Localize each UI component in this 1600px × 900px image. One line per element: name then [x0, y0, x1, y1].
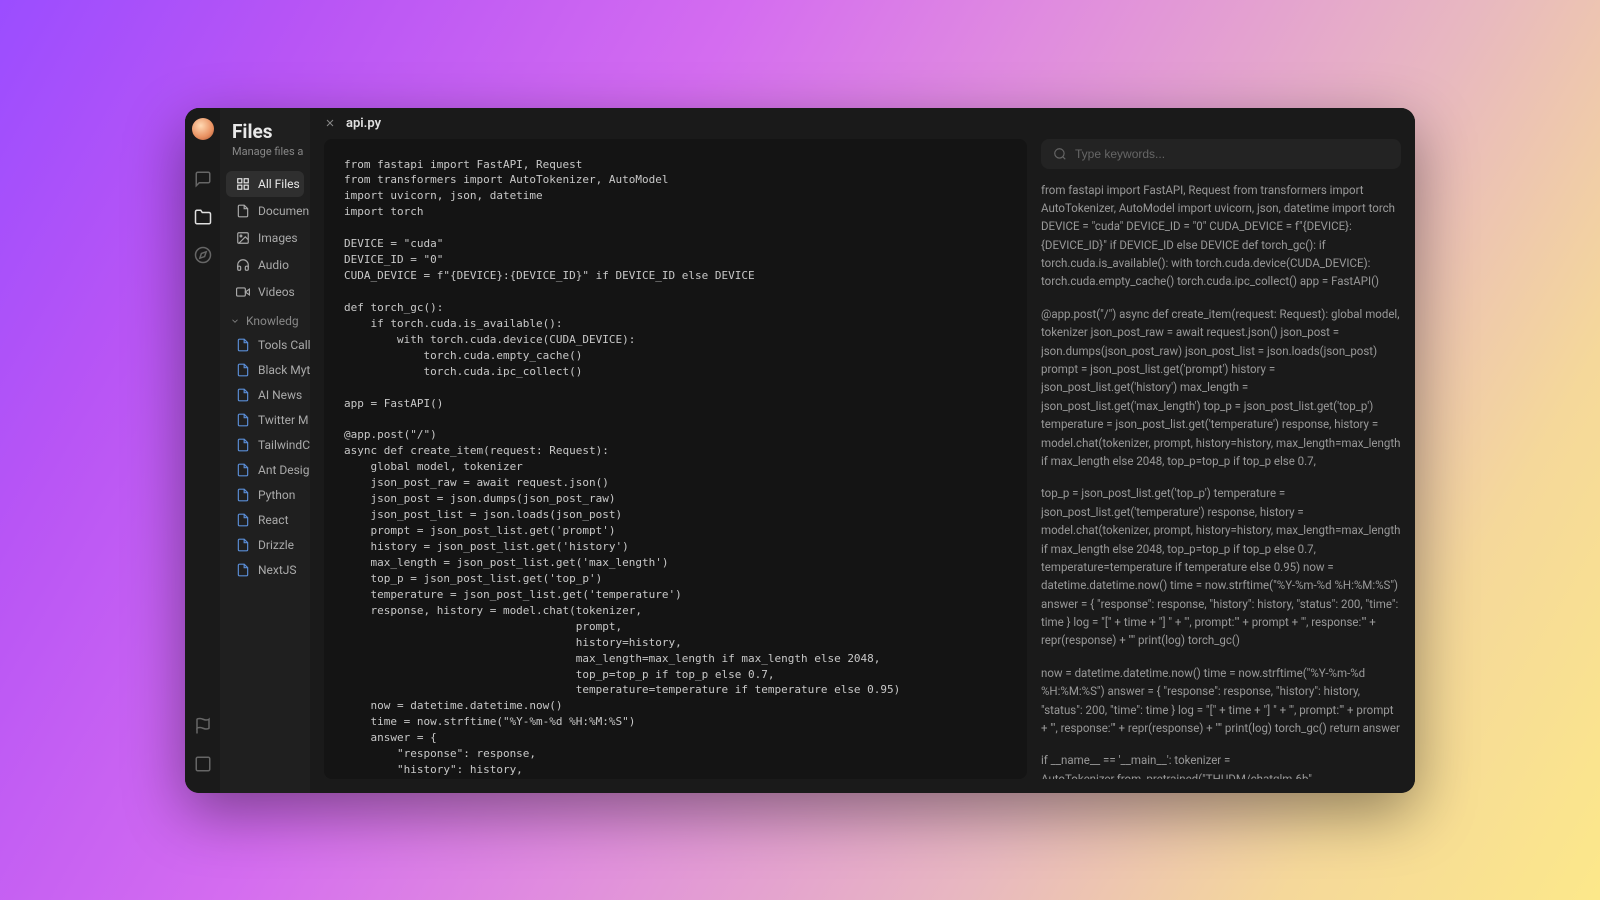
- result-blocks: from fastapi import FastAPI, Request fro…: [1041, 181, 1401, 779]
- right-panel: from fastapi import FastAPI, Request fro…: [1041, 139, 1401, 779]
- result-block[interactable]: @app.post("/") async def create_item(req…: [1041, 305, 1401, 471]
- file-item[interactable]: Twitter M: [226, 408, 304, 432]
- result-block[interactable]: if __name__ == '__main__': tokenizer = A…: [1041, 751, 1401, 778]
- box-icon[interactable]: [194, 755, 212, 773]
- result-block[interactable]: now = datetime.datetime.now() time = now…: [1041, 664, 1401, 738]
- file-label: Python: [258, 488, 295, 502]
- result-block[interactable]: top_p = json_post_list.get('top_p') temp…: [1041, 484, 1401, 650]
- file-item[interactable]: Ant Desig: [226, 458, 304, 482]
- file-label: Ant Desig: [258, 463, 309, 477]
- nav-label: Audio: [258, 258, 289, 272]
- file-icon: [236, 538, 250, 552]
- nav-all-files[interactable]: All Files: [226, 171, 304, 197]
- file-item[interactable]: React: [226, 508, 304, 532]
- search-input[interactable]: [1075, 147, 1389, 161]
- nav-label: Images: [258, 231, 298, 245]
- nav-label: All Files: [258, 177, 300, 191]
- file-item[interactable]: Python: [226, 483, 304, 507]
- code-content: from fastapi import FastAPI, Request fro…: [344, 157, 1007, 779]
- image-icon: [236, 231, 250, 245]
- file-label: NextJS: [258, 563, 297, 577]
- avatar[interactable]: [192, 118, 214, 140]
- grid-icon: [236, 177, 250, 191]
- file-icon: [236, 363, 250, 377]
- icon-rail: [185, 108, 220, 793]
- file-item[interactable]: Tools Call: [226, 333, 304, 357]
- main: api.py from fastapi import FastAPI, Requ…: [310, 108, 1415, 793]
- file-item[interactable]: Black Myt: [226, 358, 304, 382]
- close-icon[interactable]: [324, 117, 336, 129]
- file-item[interactable]: Drizzle: [226, 533, 304, 557]
- file-item[interactable]: NextJS: [226, 558, 304, 582]
- file-icon: [236, 338, 250, 352]
- file-icon: [236, 463, 250, 477]
- file-label: Black Myt: [258, 363, 310, 377]
- file-icon: [236, 388, 250, 402]
- tab-filename: api.py: [346, 116, 381, 131]
- audio-icon: [236, 258, 250, 272]
- nav-label: Videos: [258, 285, 295, 299]
- content: from fastapi import FastAPI, Request fro…: [310, 139, 1415, 793]
- file-icon: [236, 513, 250, 527]
- search-box[interactable]: [1041, 139, 1401, 169]
- file-icon: [236, 488, 250, 502]
- chat-icon[interactable]: [194, 170, 212, 188]
- file-item[interactable]: AI News: [226, 383, 304, 407]
- document-icon: [236, 204, 250, 218]
- file-icon: [236, 413, 250, 427]
- sidebar: Files Manage files a All Files Documen I…: [220, 108, 310, 793]
- file-label: React: [258, 513, 289, 527]
- file-label: AI News: [258, 388, 302, 402]
- video-icon: [236, 285, 250, 299]
- file-icon: [236, 438, 250, 452]
- nav-images[interactable]: Images: [226, 225, 304, 251]
- chevron-down-icon: [230, 316, 240, 326]
- group-knowledge[interactable]: Knowledg: [220, 306, 310, 332]
- file-label: Twitter M: [258, 413, 309, 427]
- result-block[interactable]: from fastapi import FastAPI, Request fro…: [1041, 181, 1401, 291]
- file-list: Tools CallBlack MytAI NewsTwitter MTailw…: [220, 333, 310, 582]
- group-label: Knowledg: [246, 314, 299, 328]
- compass-icon[interactable]: [194, 246, 212, 264]
- file-label: Tools Call: [258, 338, 310, 352]
- code-viewer[interactable]: from fastapi import FastAPI, Request fro…: [324, 139, 1027, 779]
- sidebar-title: Files: [220, 120, 310, 145]
- nav-videos[interactable]: Videos: [226, 279, 304, 305]
- nav-documents[interactable]: Documen: [226, 198, 304, 224]
- sidebar-subtitle: Manage files a: [220, 145, 310, 170]
- file-label: TailwindC: [258, 438, 310, 452]
- flag-icon[interactable]: [194, 717, 212, 735]
- folder-icon[interactable]: [194, 208, 212, 226]
- nav-label: Documen: [258, 204, 309, 218]
- file-label: Drizzle: [258, 538, 294, 552]
- file-item[interactable]: TailwindC: [226, 433, 304, 457]
- nav-audio[interactable]: Audio: [226, 252, 304, 278]
- tabbar: api.py: [310, 108, 1415, 139]
- file-icon: [236, 563, 250, 577]
- search-icon: [1053, 147, 1067, 161]
- app-window: Files Manage files a All Files Documen I…: [185, 108, 1415, 793]
